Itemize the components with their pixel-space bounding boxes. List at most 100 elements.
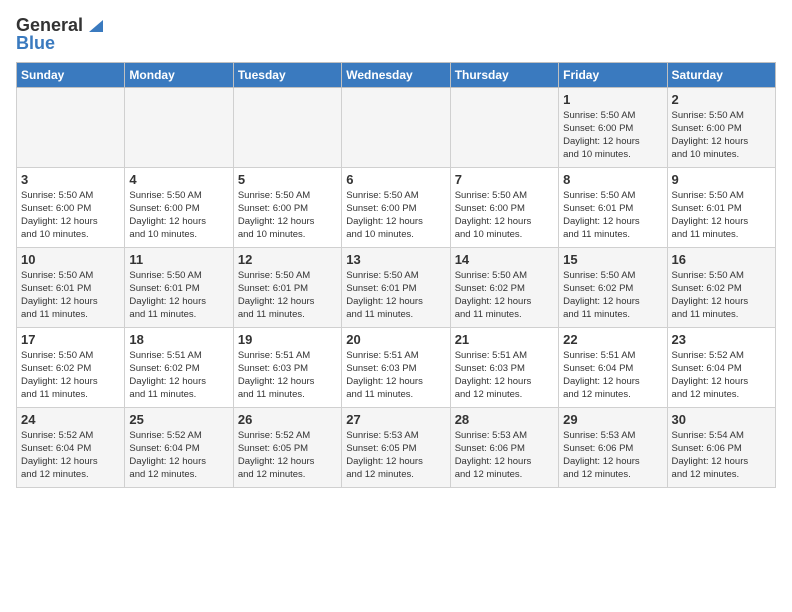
- day-info: Sunrise: 5:50 AM Sunset: 6:01 PM Dayligh…: [346, 269, 445, 322]
- day-number: 4: [129, 172, 228, 187]
- calendar-cell: 1 Sunrise: 5:50 AM Sunset: 6:00 PM Daylig…: [559, 87, 667, 167]
- day-info: Sunrise: 5:51 AM Sunset: 6:03 PM Dayligh…: [238, 349, 337, 402]
- calendar-cell: 25Sunrise: 5:52 AM Sunset: 6:04 PM Dayli…: [125, 407, 233, 487]
- calendar-cell: 30 Sunrise: 5:54 AM Sunset: 6:06 PM Dayli…: [667, 407, 775, 487]
- day-header-sunday: Sunday: [17, 62, 125, 87]
- calendar-cell: 7Sunrise: 5:50 AM Sunset: 6:00 PM Daylig…: [450, 167, 558, 247]
- day-number: 7: [455, 172, 554, 187]
- logo-text-blue: Blue: [16, 34, 55, 54]
- day-number: 3: [21, 172, 120, 187]
- day-number: 12: [238, 252, 337, 267]
- day-number: 9: [672, 172, 771, 187]
- day-number: 22: [563, 332, 662, 347]
- day-number: 16: [672, 252, 771, 267]
- calendar-cell: 4 Sunrise: 5:50 AM Sunset: 6:00 PM Daylig…: [125, 167, 233, 247]
- calendar-cell: [342, 87, 450, 167]
- day-info: Sunrise: 5:50 AM Sunset: 6:01 PM Dayligh…: [563, 189, 662, 242]
- logo-icon: [85, 16, 103, 34]
- day-info: Sunrise: 5:53 AM Sunset: 6:06 PM Dayligh…: [455, 429, 554, 482]
- day-header-wednesday: Wednesday: [342, 62, 450, 87]
- calendar-cell: 26 Sunrise: 5:52 AM Sunset: 6:05 PM Dayli…: [233, 407, 341, 487]
- day-info: Sunrise: 5:50 AM Sunset: 6:01 PM Dayligh…: [21, 269, 120, 322]
- day-info: Sunrise: 5:52 AM Sunset: 6:05 PM Dayligh…: [238, 429, 337, 482]
- day-info: Sunrise: 5:50 AM Sunset: 6:01 PM Dayligh…: [672, 189, 771, 242]
- day-number: 21: [455, 332, 554, 347]
- day-number: 13: [346, 252, 445, 267]
- calendar-cell: 24 Sunrise: 5:52 AM Sunset: 6:04 PM Dayli…: [17, 407, 125, 487]
- day-info: Sunrise: 5:50 AM Sunset: 6:01 PM Dayligh…: [129, 269, 228, 322]
- day-header-monday: Monday: [125, 62, 233, 87]
- day-info: Sunrise: 5:53 AM Sunset: 6:06 PM Dayligh…: [563, 429, 662, 482]
- calendar-cell: 6 Sunrise: 5:50 AM Sunset: 6:00 PM Daylig…: [342, 167, 450, 247]
- calendar-cell: 21 Sunrise: 5:51 AM Sunset: 6:03 PM Dayli…: [450, 327, 558, 407]
- day-info: Sunrise: 5:51 AM Sunset: 6:02 PM Dayligh…: [129, 349, 228, 402]
- day-number: 14: [455, 252, 554, 267]
- day-header-thursday: Thursday: [450, 62, 558, 87]
- day-info: Sunrise: 5:51 AM Sunset: 6:03 PM Dayligh…: [455, 349, 554, 402]
- day-info: Sunrise: 5:52 AM Sunset: 6:04 PM Dayligh…: [672, 349, 771, 402]
- day-number: 28: [455, 412, 554, 427]
- day-header-saturday: Saturday: [667, 62, 775, 87]
- day-info: Sunrise: 5:50 AM Sunset: 6:00 PM Dayligh…: [672, 109, 771, 162]
- day-number: 15: [563, 252, 662, 267]
- day-number: 25: [129, 412, 228, 427]
- day-number: 6: [346, 172, 445, 187]
- calendar-cell: 28 Sunrise: 5:53 AM Sunset: 6:06 PM Dayli…: [450, 407, 558, 487]
- day-info: Sunrise: 5:54 AM Sunset: 6:06 PM Dayligh…: [672, 429, 771, 482]
- calendar-cell: 18 Sunrise: 5:51 AM Sunset: 6:02 PM Dayli…: [125, 327, 233, 407]
- day-number: 10: [21, 252, 120, 267]
- calendar-cell: 14 Sunrise: 5:50 AM Sunset: 6:02 PM Dayli…: [450, 247, 558, 327]
- day-info: Sunrise: 5:51 AM Sunset: 6:04 PM Dayligh…: [563, 349, 662, 402]
- day-info: Sunrise: 5:50 AM Sunset: 6:00 PM Dayligh…: [563, 109, 662, 162]
- day-info: Sunrise: 5:50 AM Sunset: 6:02 PM Dayligh…: [672, 269, 771, 322]
- calendar-cell: 19 Sunrise: 5:51 AM Sunset: 6:03 PM Dayli…: [233, 327, 341, 407]
- day-header-tuesday: Tuesday: [233, 62, 341, 87]
- calendar-cell: 22 Sunrise: 5:51 AM Sunset: 6:04 PM Dayli…: [559, 327, 667, 407]
- page-header: General Blue: [16, 16, 776, 54]
- calendar-cell: 23 Sunrise: 5:52 AM Sunset: 6:04 PM Dayli…: [667, 327, 775, 407]
- day-info: Sunrise: 5:50 AM Sunset: 6:02 PM Dayligh…: [563, 269, 662, 322]
- day-number: 5: [238, 172, 337, 187]
- day-info: Sunrise: 5:50 AM Sunset: 6:02 PM Dayligh…: [21, 349, 120, 402]
- day-info: Sunrise: 5:52 AM Sunset: 6:04 PM Dayligh…: [21, 429, 120, 482]
- calendar-cell: 10 Sunrise: 5:50 AM Sunset: 6:01 PM Dayli…: [17, 247, 125, 327]
- day-info: Sunrise: 5:53 AM Sunset: 6:05 PM Dayligh…: [346, 429, 445, 482]
- day-info: Sunrise: 5:50 AM Sunset: 6:00 PM Dayligh…: [346, 189, 445, 242]
- day-info: Sunrise: 5:51 AM Sunset: 6:03 PM Dayligh…: [346, 349, 445, 402]
- day-number: 1: [563, 92, 662, 107]
- day-number: 30: [672, 412, 771, 427]
- calendar-cell: 11 Sunrise: 5:50 AM Sunset: 6:01 PM Dayli…: [125, 247, 233, 327]
- calendar-cell: 13 Sunrise: 5:50 AM Sunset: 6:01 PM Dayli…: [342, 247, 450, 327]
- day-number: 24: [21, 412, 120, 427]
- day-info: Sunrise: 5:50 AM Sunset: 6:00 PM Dayligh…: [21, 189, 120, 242]
- day-number: 19: [238, 332, 337, 347]
- calendar-cell: 3 Sunrise: 5:50 AM Sunset: 6:00 PM Daylig…: [17, 167, 125, 247]
- calendar-cell: 16 Sunrise: 5:50 AM Sunset: 6:02 PM Dayli…: [667, 247, 775, 327]
- calendar-cell: [233, 87, 341, 167]
- calendar-cell: 9 Sunrise: 5:50 AM Sunset: 6:01 PM Daylig…: [667, 167, 775, 247]
- calendar-cell: 17 Sunrise: 5:50 AM Sunset: 6:02 PM Dayli…: [17, 327, 125, 407]
- calendar-cell: 2Sunrise: 5:50 AM Sunset: 6:00 PM Daylig…: [667, 87, 775, 167]
- calendar-cell: 15 Sunrise: 5:50 AM Sunset: 6:02 PM Dayli…: [559, 247, 667, 327]
- day-number: 11: [129, 252, 228, 267]
- day-number: 23: [672, 332, 771, 347]
- calendar-cell: 20 Sunrise: 5:51 AM Sunset: 6:03 PM Dayli…: [342, 327, 450, 407]
- calendar-cell: 8 Sunrise: 5:50 AM Sunset: 6:01 PM Daylig…: [559, 167, 667, 247]
- day-number: 17: [21, 332, 120, 347]
- day-info: Sunrise: 5:50 AM Sunset: 6:00 PM Dayligh…: [129, 189, 228, 242]
- day-info: Sunrise: 5:50 AM Sunset: 6:02 PM Dayligh…: [455, 269, 554, 322]
- day-number: 8: [563, 172, 662, 187]
- calendar-cell: [450, 87, 558, 167]
- day-number: 27: [346, 412, 445, 427]
- day-number: 20: [346, 332, 445, 347]
- calendar-cell: 5Sunrise: 5:50 AM Sunset: 6:00 PM Daylig…: [233, 167, 341, 247]
- calendar-cell: 29Sunrise: 5:53 AM Sunset: 6:06 PM Dayli…: [559, 407, 667, 487]
- day-number: 26: [238, 412, 337, 427]
- logo: General Blue: [16, 16, 103, 54]
- day-number: 18: [129, 332, 228, 347]
- calendar-table: SundayMondayTuesdayWednesdayThursdayFrid…: [16, 62, 776, 488]
- calendar-cell: [125, 87, 233, 167]
- calendar-cell: 27 Sunrise: 5:53 AM Sunset: 6:05 PM Dayli…: [342, 407, 450, 487]
- day-header-friday: Friday: [559, 62, 667, 87]
- calendar-cell: 12Sunrise: 5:50 AM Sunset: 6:01 PM Dayli…: [233, 247, 341, 327]
